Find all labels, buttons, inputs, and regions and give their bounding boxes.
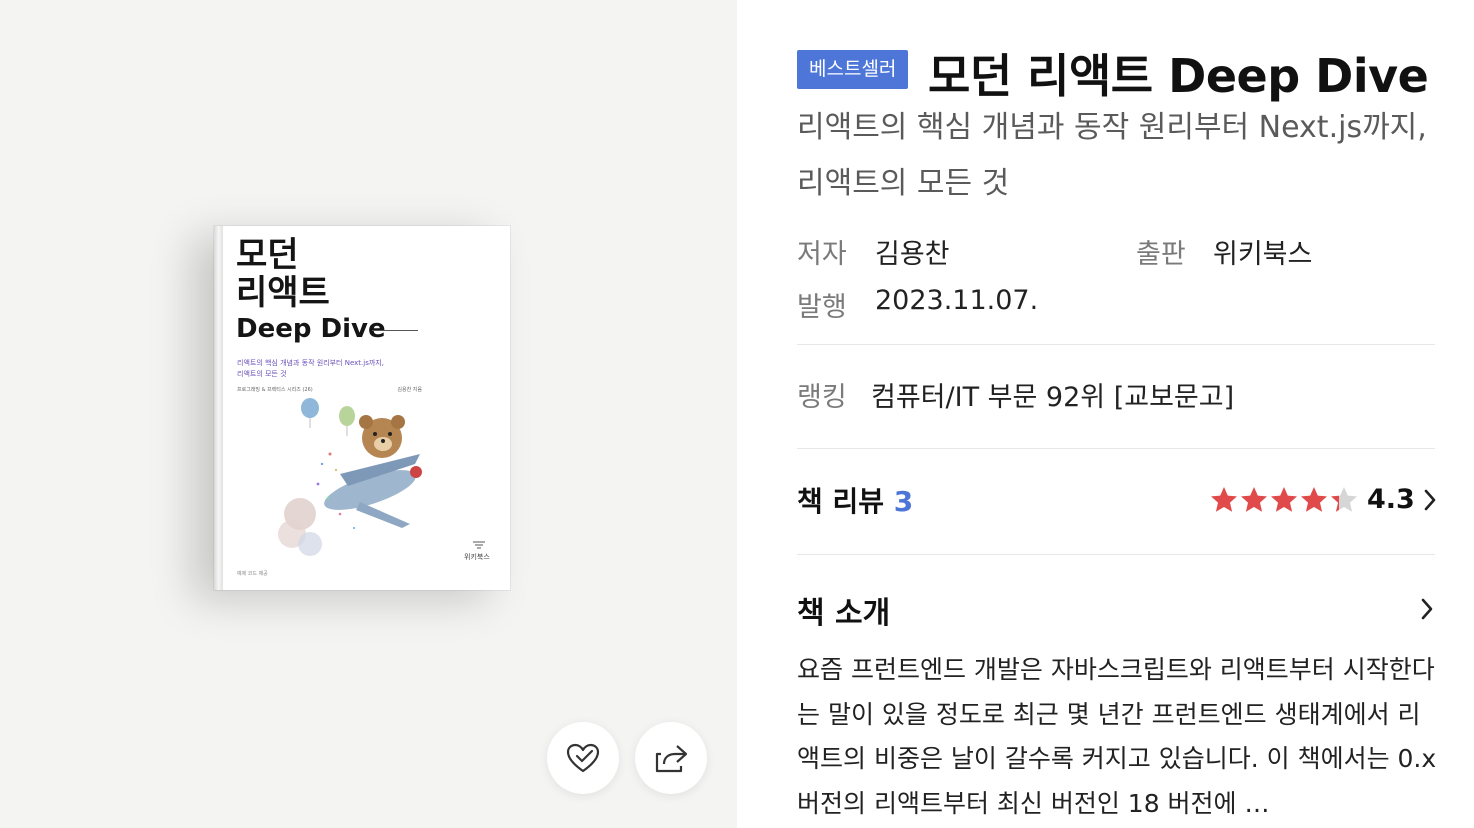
book-cover[interactable]: 모던 리액트 Deep Dive 리액트의 핵심 개념과 동작 원리부터 Nex… [214,226,510,590]
cover-footer: 예제 코드 제공 [237,571,268,577]
publisher-logo [473,541,485,549]
star-icon [1301,486,1327,512]
cover-rule [372,330,418,331]
share-icon [655,745,688,773]
author-label: 저자 [797,239,847,270]
heart-icon [566,743,600,773]
star-rating [1209,485,1359,515]
bestseller-badge: 베스트셀러 [797,50,909,89]
intro-text: 요즘 프런트엔드 개발은 자바스크립트와 리액트부터 시작한다는 말이 있을 정… [797,655,1437,818]
rating-summary[interactable]: 4.3 [1209,484,1439,515]
cover-meta: 프로그래밍 & 프랙티스 시리즈 (26) 김용찬 지음 [237,386,422,393]
book-spine [214,226,223,590]
cover-author: 김용찬 지음 [397,387,422,393]
ranking-value[interactable]: 컴퓨터/IT 부문 92위 [교보문고] [871,375,1234,414]
star-icon [1241,486,1267,512]
author-value[interactable]: 김용찬 [875,232,950,271]
divider [797,554,1435,555]
cover-series: 프로그래밍 & 프랙티스 시리즈 (26) [237,387,313,393]
book-title: 모던 리액트 Deep Dive [928,49,1429,103]
rating-value: 4.3 [1367,484,1415,515]
cover-subtitle: 리액트의 핵심 개념과 동작 원리부터 Next.js까지, 리액트의 모든 것 [237,359,384,378]
review-count: 3 [893,485,914,518]
intro-heading: 책 소개 [797,596,891,631]
divider [797,448,1435,449]
star-icon [1271,486,1297,512]
ranking-label: 랭킹 [797,382,847,413]
share-button[interactable] [635,722,707,794]
review-heading[interactable]: 책 리뷰 3 [797,480,913,520]
publisher-label: 출판 [1136,239,1186,270]
publisher-value[interactable]: 위키북스 [1213,232,1312,271]
divider [797,344,1435,345]
publish-date-value: 2023.11.07. [875,285,1039,316]
star-icon [1331,486,1357,512]
cover-title: 모던 리액트 [236,235,330,313]
review-label: 책 리뷰 [797,485,885,518]
chevron-right-icon[interactable] [1417,596,1437,622]
chevron-right-icon [1424,489,1436,510]
publish-date-label: 발행 [797,292,847,323]
book-cover-panel: 모던 리액트 Deep Dive 리액트의 핵심 개념과 동작 원리부터 Nex… [0,0,737,828]
book-subtitle: 리액트의 핵심 개념과 동작 원리부터 Next.js까지, 리액트의 모든 것 [797,110,1427,201]
star-icon [1211,486,1237,512]
cover-title-en: Deep Dive [236,314,386,344]
cover-publisher: 위키북스 [464,553,490,561]
cover-illustration [278,398,422,556]
like-button[interactable] [547,722,619,794]
